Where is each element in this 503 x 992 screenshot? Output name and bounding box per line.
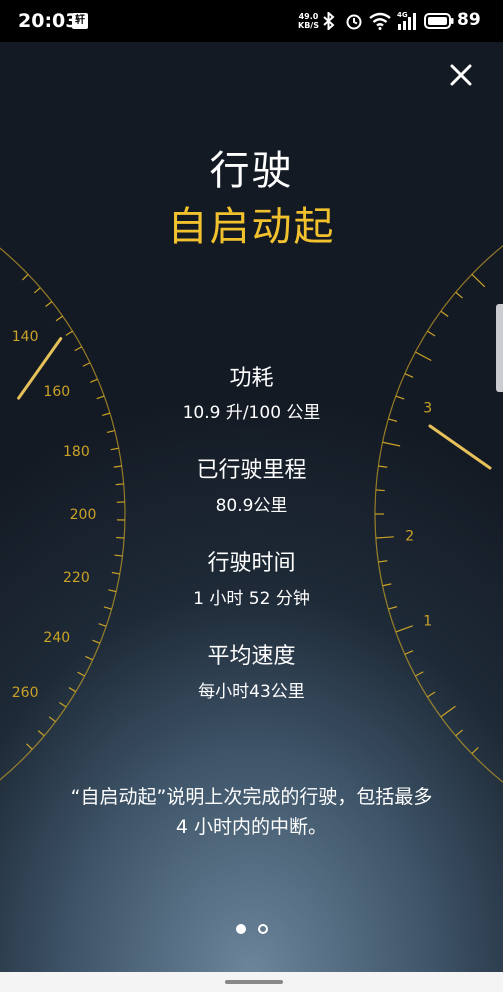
stat-consumption-value: 10.9 升/100 公里 [182,403,321,423]
page-dot-active[interactable] [236,924,246,934]
close-button[interactable] [446,60,476,90]
tachometer-label: 2 [405,529,414,545]
network-speed-value: 49.0 [298,12,319,21]
notification-badge-icon: 轩 [72,13,88,29]
tachometer-tick [471,273,486,288]
status-time: 20:03 [18,10,79,32]
stat-distance-value: 80.9公里 [215,496,288,516]
tachometer-tick [395,625,413,633]
stat-distance-label: 已行驶里程 [196,458,307,483]
signal-icon [398,13,416,30]
tachometer-tick [471,746,479,755]
stat-avg-speed-label: 平均速度 [207,644,296,669]
battery-level: 89 [457,10,481,30]
tachometer-tick [415,671,424,677]
status-bar: 20:03 轩 49.0 KB/S 4G 89 [0,0,503,42]
page-indicator [236,924,276,938]
battery-icon [424,13,454,29]
tachometer-label: 1 [423,613,432,629]
network-speed: 49.0 KB/S [298,12,319,30]
network-speed-unit: KB/S [298,21,319,30]
page-title: 行驶 [209,148,294,194]
alarm-icon [346,14,362,30]
stat-duration-label: 行驶时间 [207,551,296,576]
tachometer-tick [375,536,394,539]
trip-info-screen: 140 160 180 200 220 240 260 321 行驶 自启动起 功耗 10.… [0,42,503,972]
bluetooth-icon [323,12,335,30]
tachometer-tick [455,729,463,737]
stat-avg-speed-value: 每小时43公里 [198,682,305,702]
tachometer-tick [382,441,401,447]
description-line-2: 4 小时内的中断。 [175,816,328,838]
page-subtitle: 自启动起 [167,204,336,250]
stat-duration-value: 1 小时 52 分钟 [193,589,310,609]
stat-consumption-label: 功耗 [229,366,274,391]
home-indicator[interactable] [225,980,283,984]
description-line-1: “自启动起”说明上次完成的行驶，包括最多 [70,786,433,808]
tachometer-tick [440,310,449,317]
wifi-icon [369,12,391,30]
tachometer-tick [440,705,456,718]
page-dot-inactive[interactable] [258,924,268,934]
close-icon [450,64,472,86]
tachometer-tick [455,291,463,299]
navigation-bar [0,972,503,992]
tachometer-tick [427,330,436,337]
description-text: “自启动起”说明上次完成的行驶，包括最多 4 小时内的中断。 [20,782,483,842]
